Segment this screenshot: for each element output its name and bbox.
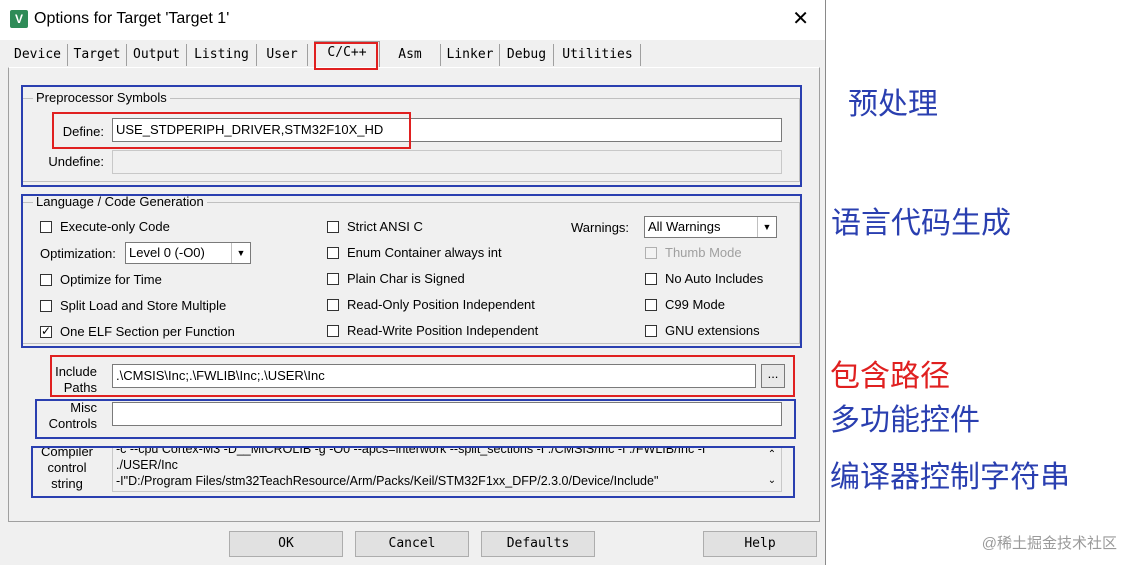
compiler-label-line2: control: [47, 460, 87, 475]
tab-target[interactable]: Target: [68, 44, 127, 66]
checkbox-label: C99 Mode: [665, 297, 725, 312]
warnings-value: All Warnings: [648, 219, 721, 234]
window-title: Options for Target 'Target 1': [34, 10, 230, 27]
c99-mode-checkbox[interactable]: C99 Mode: [645, 297, 725, 313]
scroll-down-icon[interactable]: ⌄: [765, 473, 779, 489]
compiler-string-line3: -I"D:/Program Files/stm32TeachResource/A…: [116, 474, 659, 488]
no-auto-includes-checkbox[interactable]: No Auto Includes: [645, 271, 763, 287]
checkbox-label: Strict ANSI C: [347, 219, 423, 234]
gnu-extensions-checkbox[interactable]: GNU extensions: [645, 323, 760, 339]
misc-label-line1: Misc: [70, 400, 97, 415]
ok-button[interactable]: OK: [229, 531, 343, 557]
checkbox-box[interactable]: [645, 247, 657, 259]
undefine-input[interactable]: [112, 150, 782, 174]
tab-asm[interactable]: Asm: [380, 44, 441, 66]
watermark: @稀土掘金技术社区: [981, 535, 1117, 552]
compiler-control-label: Compiler control string: [36, 444, 98, 492]
help-button[interactable]: Help: [703, 531, 817, 557]
optimization-value: Level 0 (-O0): [129, 245, 205, 260]
tab-debug[interactable]: Debug: [500, 44, 554, 66]
checkbox-label: Split Load and Store Multiple: [60, 298, 227, 313]
compiler-string-line2: ./USER/Inc: [116, 458, 178, 472]
browse-include-button[interactable]: ...: [761, 364, 785, 388]
enum-container-checkbox[interactable]: Enum Container always int: [327, 245, 502, 261]
rwpi-checkbox[interactable]: Read-Write Position Independent: [327, 323, 538, 339]
thumb-mode-checkbox[interactable]: Thumb Mode: [645, 245, 742, 261]
checkbox-label: Read-Write Position Independent: [347, 323, 539, 338]
misc-controls-input[interactable]: [112, 402, 782, 426]
compiler-control-string[interactable]: -c --cpu Cortex-M3 -D__MICROLIB -g -O0 -…: [112, 446, 782, 492]
optimization-select[interactable]: Level 0 (-O0) ▼: [125, 242, 251, 264]
checkbox-box-checked[interactable]: [40, 324, 52, 338]
compiler-label-line1: Compiler: [40, 444, 93, 459]
language-group-title: Language / Code Generation: [33, 195, 207, 209]
strict-ansi-checkbox[interactable]: Strict ANSI C: [327, 219, 423, 235]
ropi-checkbox[interactable]: Read-Only Position Independent: [327, 297, 535, 313]
optimize-time-checkbox[interactable]: Optimize for Time: [40, 272, 162, 288]
defaults-button[interactable]: Defaults: [481, 531, 595, 557]
split-load-checkbox[interactable]: Split Load and Store Multiple: [40, 298, 226, 314]
define-label: Define:: [62, 124, 104, 139]
checkbox-box[interactable]: [40, 274, 52, 286]
checkbox-box[interactable]: [327, 247, 339, 259]
checkbox-label: Optimize for Time: [60, 272, 162, 287]
optimization-label: Optimization:: [40, 246, 116, 261]
tab-listing[interactable]: Listing: [187, 44, 257, 66]
define-input[interactable]: USE_STDPERIPH_DRIVER,STM32F10X_HD: [112, 118, 782, 142]
plain-char-checkbox[interactable]: Plain Char is Signed: [327, 271, 465, 287]
compiler-string-line1: -c --cpu Cortex-M3 -D__MICROLIB -g -O0 -…: [116, 446, 706, 456]
tab-c-cpp[interactable]: C/C++: [314, 41, 380, 68]
chevron-down-icon[interactable]: ▼: [757, 217, 776, 237]
checkbox-label: Plain Char is Signed: [347, 271, 465, 286]
checkbox-label: GNU extensions: [665, 323, 760, 338]
checkbox-label: One ELF Section per Function: [60, 324, 235, 339]
misc-label-line2: Controls: [48, 416, 97, 431]
checkbox-box[interactable]: [40, 300, 52, 312]
checkbox-label: Enum Container always int: [347, 245, 502, 260]
include-label-line1: Include: [55, 364, 97, 379]
checkbox-box[interactable]: [327, 325, 339, 337]
include-paths-input[interactable]: .\CMSIS\Inc;.\FWLIB\Inc;.\USER\Inc: [112, 364, 756, 388]
tab-output[interactable]: Output: [127, 44, 187, 66]
warnings-label: Warnings:: [571, 220, 630, 235]
checkbox-label: Read-Only Position Independent: [347, 297, 535, 312]
checkbox-box[interactable]: [40, 221, 52, 233]
tab-user[interactable]: User: [257, 44, 308, 66]
preprocessor-group-title: Preprocessor Symbols: [33, 91, 170, 105]
include-label-line2: Paths: [63, 380, 97, 395]
tab-linker[interactable]: Linker: [441, 44, 500, 66]
misc-controls-label: Misc Controls: [40, 400, 97, 432]
chevron-down-icon[interactable]: ▼: [231, 243, 250, 263]
annotation-misc-controls: 多功能控件: [830, 403, 980, 438]
checkbox-label: No Auto Includes: [665, 271, 764, 286]
checkbox-box[interactable]: [645, 325, 657, 337]
include-paths-label: Include Paths: [40, 364, 97, 396]
annotation-compiler-string: 编译器控制字符串: [830, 460, 1070, 495]
tab-device[interactable]: Device: [8, 44, 68, 66]
one-elf-checkbox[interactable]: One ELF Section per Function: [40, 324, 235, 340]
tab-utilities[interactable]: Utilities: [555, 44, 641, 66]
checkbox-label: Thumb Mode: [665, 245, 742, 260]
checkbox-box[interactable]: [327, 221, 339, 233]
checkbox-box[interactable]: [645, 273, 657, 285]
compiler-label-line3: string: [51, 476, 83, 491]
options-dialog: V Options for Target 'Target 1' ✕ Device…: [0, 0, 826, 565]
checkbox-box[interactable]: [327, 299, 339, 311]
compiler-string-scrollbar[interactable]: ⌃ ⌄: [765, 447, 779, 491]
warnings-select[interactable]: All Warnings ▼: [644, 216, 777, 238]
annotation-include-path: 包含路径: [830, 359, 950, 394]
execute-only-checkbox[interactable]: Execute-only Code: [40, 219, 170, 235]
undefine-label: Undefine:: [48, 154, 104, 169]
checkbox-label: Execute-only Code: [60, 219, 170, 234]
checkbox-box[interactable]: [645, 299, 657, 311]
keil-app-icon: V: [10, 10, 28, 28]
checkbox-box[interactable]: [327, 273, 339, 285]
scroll-up-icon[interactable]: ⌃: [765, 447, 779, 463]
title-bar: V Options for Target 'Target 1' ✕: [0, 0, 825, 40]
annotation-codegen: 语言代码生成: [831, 206, 1011, 241]
annotation-preprocess: 预处理: [848, 87, 938, 122]
close-icon[interactable]: ✕: [792, 7, 809, 31]
cancel-button[interactable]: Cancel: [355, 531, 469, 557]
